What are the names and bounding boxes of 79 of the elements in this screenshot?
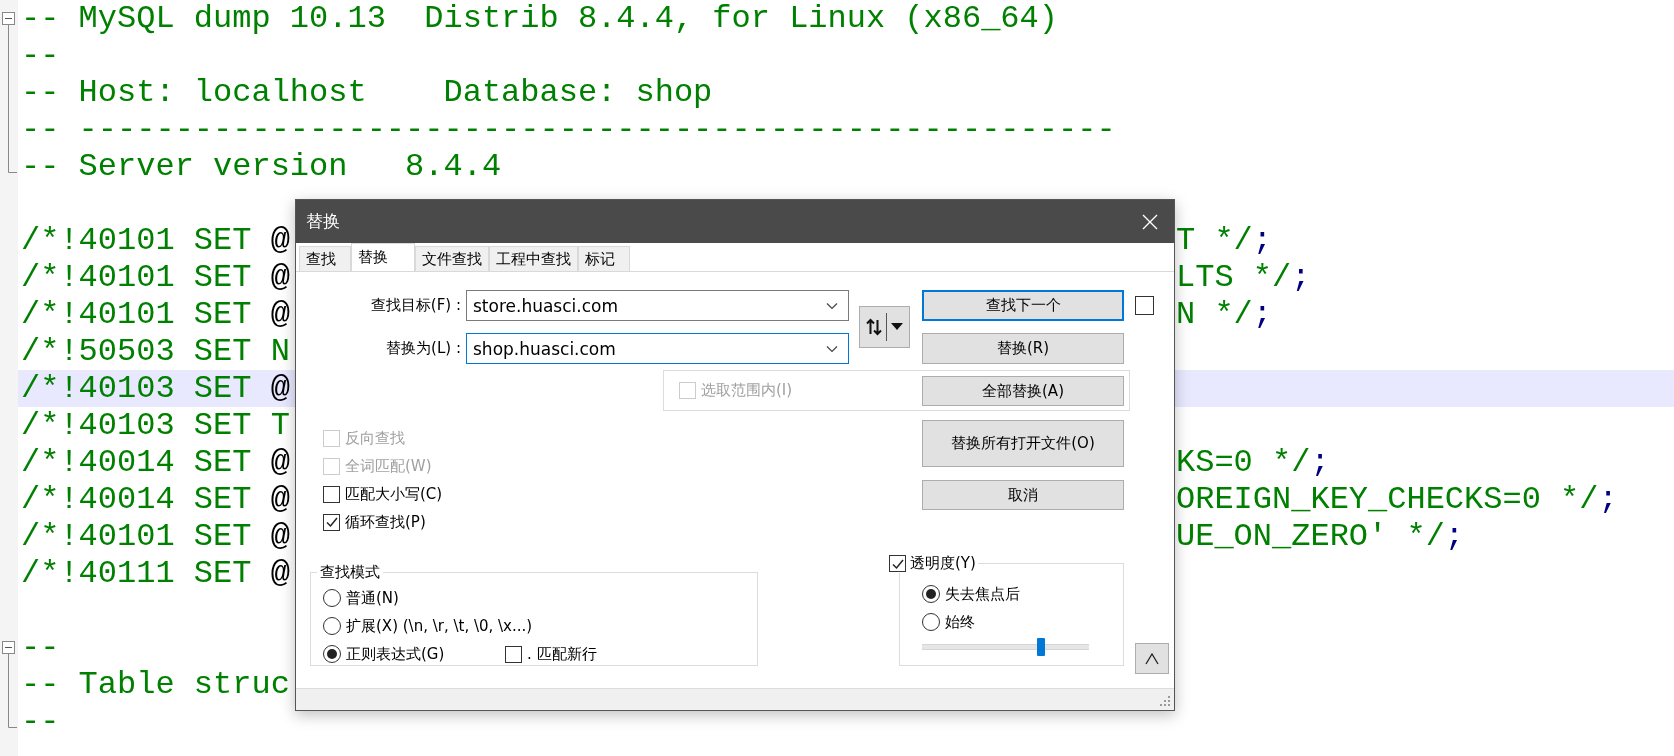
fold-end-line <box>8 148 17 173</box>
code-text: /*!40103 SET @ <box>21 370 290 407</box>
code-text: /*!50503 SET N <box>21 333 290 370</box>
code-text: /*!40103 SET T <box>21 407 290 444</box>
code-text: /*!40014 SET @ <box>21 444 290 481</box>
code-text: -- Host: localhost Database: shop <box>21 74 713 111</box>
window-title: 替换 <box>306 210 340 233</box>
code-text: KS=0 */; <box>1176 444 1330 481</box>
tab[interactable]: 查找 <box>299 246 351 271</box>
tab[interactable]: 工程中查找 <box>489 246 578 271</box>
field-label: 查找目标(F) : <box>370 296 461 315</box>
dialog-button[interactable]: 取消 <box>922 480 1124 510</box>
code-text: -- <box>21 37 60 74</box>
checkbox-label: 循环查找(P) <box>345 512 426 532</box>
checkbox-label: 全词匹配(W) <box>345 456 432 476</box>
fold-line <box>8 666 9 703</box>
collapse-button[interactable] <box>1135 643 1169 674</box>
code-text: /*!40101 SET @ <box>21 296 290 333</box>
code-text: -- ------------------------------------------------------ <box>21 111 1116 148</box>
text-input[interactable]: store.huasci.com <box>473 295 826 316</box>
radio-button[interactable] <box>323 645 341 663</box>
fold-end-line <box>8 703 17 728</box>
radio-label: 始终 <box>945 612 975 632</box>
field-label: 替换为(L) : <box>386 339 461 358</box>
radio-label: 普通(N) <box>346 588 399 608</box>
checkbox-label: 透明度(Y) <box>910 554 976 573</box>
radio-label: 扩展(X) (\n, \r, \t, \0, \x...) <box>346 616 533 636</box>
dialog-button[interactable]: 替换所有打开文件(O) <box>922 420 1124 467</box>
chevron-down-icon <box>826 344 838 353</box>
group-title: 查找模式 <box>319 563 381 582</box>
code-text: -- MySQL dump 10.13 Distrib 8.4.4, for Linux (x86_64) <box>21 0 1058 37</box>
close-icon[interactable] <box>1142 213 1158 230</box>
code-text: -- <box>21 703 60 740</box>
fold-toggle-icon[interactable] <box>2 12 15 37</box>
text-input[interactable]: shop.huasci.com <box>473 338 826 359</box>
fold-toggle-icon[interactable] <box>2 641 15 666</box>
dialog-button[interactable]: 替换(R) <box>922 333 1124 364</box>
code-text: LTS */; <box>1176 259 1311 296</box>
checkbox[interactable] <box>889 555 906 572</box>
code-text: -- Server version 8.4.4 <box>21 148 502 185</box>
combo-box[interactable]: shop.huasci.com <box>466 333 849 364</box>
code-text: OREIGN_KEY_CHECKS=0 */; <box>1176 481 1618 518</box>
checkbox-label: 反向查找 <box>345 428 405 448</box>
checkbox-label: 匹配大小写(C) <box>345 484 443 504</box>
code-text: /*!40014 SET @ <box>21 481 290 518</box>
code-text: T */; <box>1176 222 1272 259</box>
radio-button[interactable] <box>323 617 341 635</box>
dialog-button[interactable]: 查找下一个 <box>922 290 1124 321</box>
radio-button[interactable] <box>922 585 940 603</box>
slider-thumb[interactable] <box>1036 638 1045 656</box>
caret-icon <box>891 323 903 331</box>
radio-label: 正则表达式(G) <box>346 644 445 664</box>
radio-button[interactable] <box>922 613 940 631</box>
tab[interactable]: 标记 <box>578 246 630 271</box>
radio-button[interactable] <box>323 589 341 607</box>
checkbox[interactable] <box>323 513 340 531</box>
swap-icon <box>866 318 882 336</box>
code-text: -- <box>21 629 60 666</box>
checkbox-label: 选取范围内(I) <box>701 381 793 400</box>
code-text: N */; <box>1176 296 1272 333</box>
code-text: /*!40101 SET @ <box>21 259 290 296</box>
checkbox-label: . 匹配新行 <box>527 644 597 664</box>
swap-button[interactable] <box>859 306 910 348</box>
radio-label: 失去焦点后 <box>945 584 1020 604</box>
code-text: /*!40111 SET @ <box>21 555 290 592</box>
checkbox[interactable] <box>505 645 522 663</box>
dialog-button[interactable]: 全部替换(A) <box>922 376 1124 406</box>
code-text: UE_ON_ZERO' */; <box>1176 518 1465 555</box>
checkbox[interactable] <box>323 485 340 503</box>
code-text: -- Table struc <box>21 666 290 703</box>
tab[interactable]: 替换 <box>351 243 415 271</box>
chevron-down-icon <box>826 301 838 310</box>
combo-box[interactable]: store.huasci.com <box>466 290 849 321</box>
code-text: /*!40101 SET @ <box>21 518 290 555</box>
tab[interactable]: 文件查找 <box>415 246 489 271</box>
chevron-up-icon <box>1145 652 1159 665</box>
code-text: /*!40101 SET @ <box>21 222 290 259</box>
checkbox[interactable] <box>1135 296 1154 315</box>
resize-grip-icon[interactable] <box>1159 695 1171 707</box>
